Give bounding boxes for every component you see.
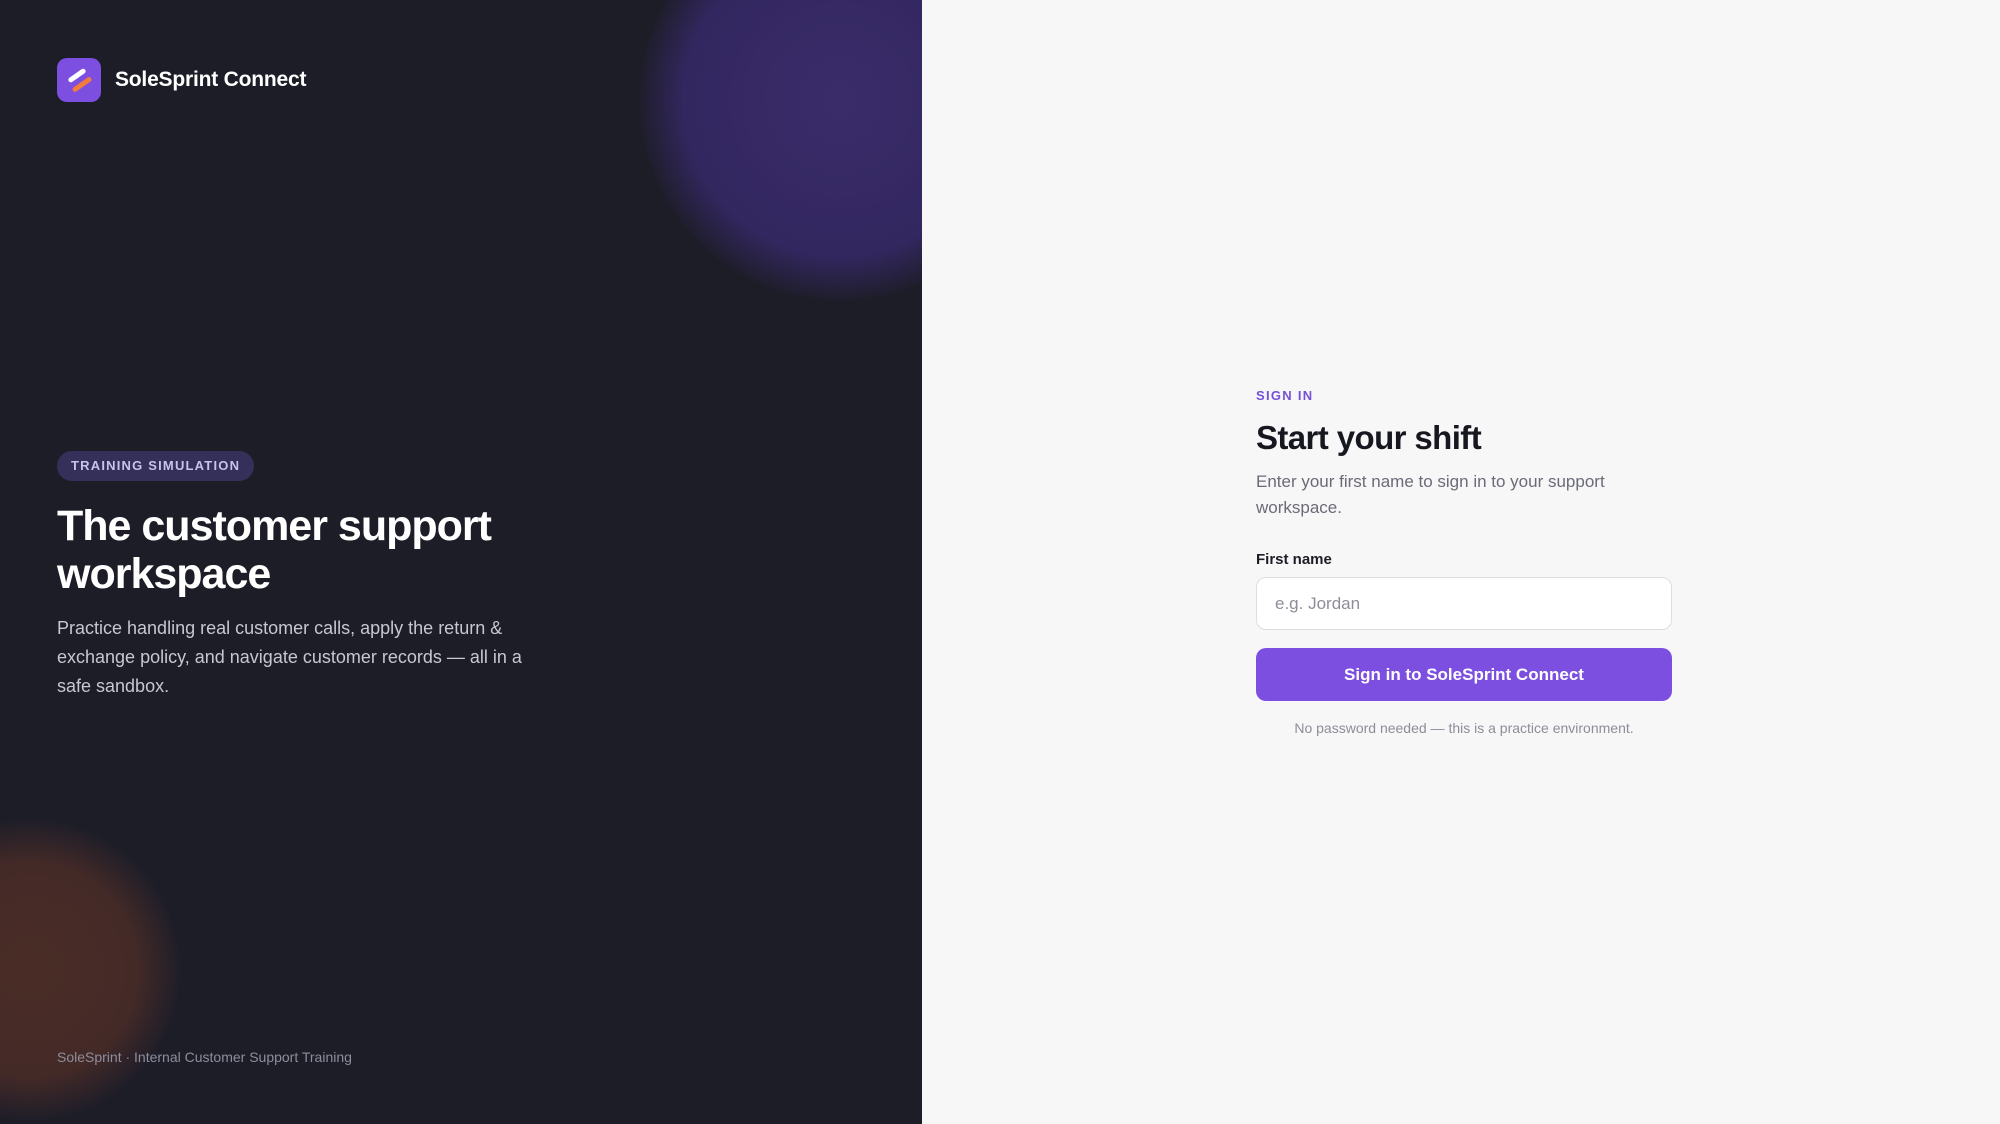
first-name-input[interactable]	[1256, 577, 1672, 630]
signin-subtitle: Enter your first name to sign in to your…	[1256, 472, 1605, 517]
solesprint-logo-icon	[57, 58, 101, 102]
decorative-blob-orange	[0, 820, 180, 1120]
signin-eyebrow: SIGN IN	[1256, 388, 1314, 403]
brand-name: SoleSprint Connect	[115, 68, 307, 91]
decorative-blob-purple	[640, 0, 922, 300]
training-badge: TRAINING SIMULATION	[57, 451, 255, 481]
brand-panel: SoleSprint Connect TRAINING SIMULATION T…	[0, 0, 922, 1124]
signin-title: Start your shift	[1256, 419, 1482, 456]
hero-title: The customer support workspace	[57, 502, 492, 598]
no-password-hint: No password needed — this is a practice …	[1294, 720, 1634, 736]
signin-form: SIGN IN Start your shift Enter your firs…	[1256, 388, 1672, 736]
sign-in-button[interactable]: Sign in to SoleSprint Connect	[1256, 648, 1672, 701]
first-name-label: First name	[1256, 551, 1332, 568]
hero-description: Practice handling real customer calls, a…	[57, 618, 522, 696]
brand-header: SoleSprint Connect	[57, 58, 306, 102]
footer-note: SoleSprint · Internal Customer Support T…	[57, 1049, 352, 1065]
